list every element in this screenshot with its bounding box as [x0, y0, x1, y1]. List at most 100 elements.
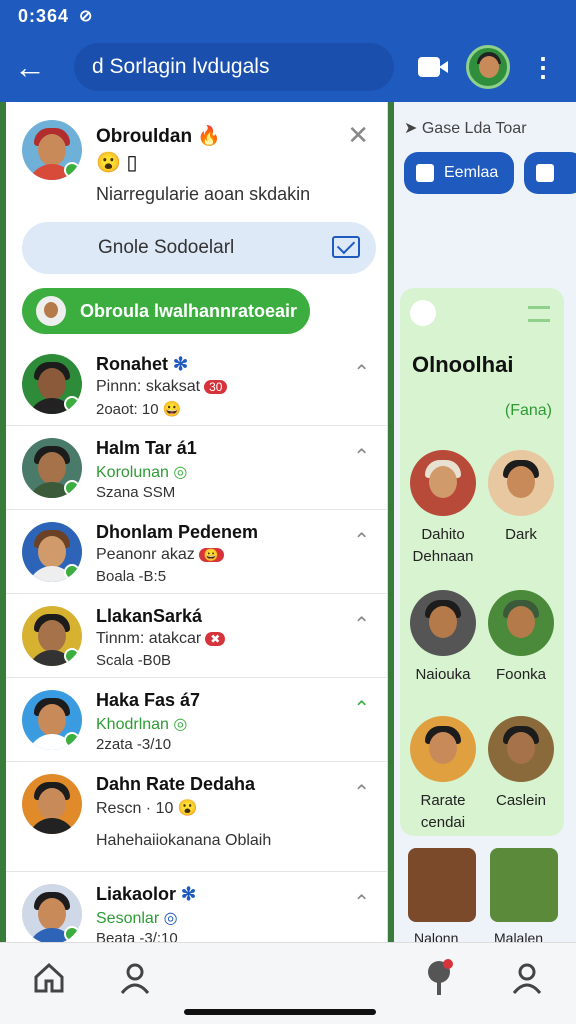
- pin-icon[interactable]: ⌃: [353, 696, 370, 721]
- member-name: Dahito Dehnaan: [412, 526, 474, 565]
- status-badge: 30: [204, 379, 228, 394]
- game-tile[interactable]: [408, 848, 476, 922]
- pin-icon[interactable]: ⌃: [353, 890, 370, 915]
- member-tile[interactable]: Rarate cendai: [408, 716, 478, 834]
- checkbox-icon: [536, 164, 554, 182]
- contact-name: LlakanSarká: [96, 606, 203, 626]
- home-icon[interactable]: [32, 961, 66, 995]
- contact-meta: Beata -3/:10: [96, 930, 178, 942]
- member-name: Dark: [505, 526, 537, 543]
- group-card[interactable]: Olnoolhai (Fana) Dahito Dehnaan Dark Nai…: [400, 288, 564, 836]
- game-tile[interactable]: [490, 848, 558, 922]
- avatar: [22, 774, 82, 834]
- app-bar: ← d Sorlagin lvdugals ⋮: [0, 32, 576, 102]
- avatar: [22, 354, 82, 414]
- menu-icon[interactable]: [528, 306, 550, 322]
- pin-icon[interactable]: ⌃: [353, 780, 370, 805]
- bottom-navigation: [0, 942, 576, 1024]
- contact-description: Niarregularie aoan skdakin: [96, 184, 311, 204]
- contact-subtitle: Khodrlnan ◎: [96, 716, 188, 733]
- member-tile[interactable]: Dark: [486, 450, 556, 546]
- contact-name: Dhonlam Pedenem: [96, 522, 259, 542]
- list-item[interactable]: Dahn Rate Dedaha Rescn · 10 😮 Hahehaiiok…: [6, 762, 387, 872]
- conversation-title[interactable]: d Sorlagin lvdugals: [74, 43, 394, 91]
- sync-icon: ⊘: [79, 8, 93, 25]
- filter-button[interactable]: Eemlaa: [404, 152, 514, 194]
- contact-subtitle: Tinnm: atakcar ✖: [96, 630, 226, 648]
- mail-icon[interactable]: [332, 236, 360, 258]
- pin-icon[interactable]: ⌃: [353, 360, 370, 385]
- status-time: 0:364: [18, 5, 70, 26]
- contact-name: Ronahet ✻: [96, 354, 189, 374]
- avatar: [36, 296, 66, 326]
- contact-subtitle: Sesonlar ◎: [96, 910, 178, 927]
- pin-icon[interactable]: ⌃: [353, 444, 370, 469]
- game-label: Nalonn: [414, 930, 459, 942]
- profile-avatar[interactable]: [466, 45, 510, 89]
- side-panel: ➤ Gase Lda Toar Eemlaa Olnoolhai (Fana) …: [394, 102, 576, 942]
- video-call-icon[interactable]: [418, 57, 448, 77]
- person-icon[interactable]: [118, 961, 152, 995]
- contact-meta: 2zata -3/10: [96, 736, 172, 753]
- member-name: Naiouka: [415, 666, 471, 683]
- contact-name: Dahn Rate Dedaha: [96, 774, 256, 794]
- chat-list-panel: Obrouldan 🔥 😮 ▯ ✕ Niarregularie aoan skd…: [6, 102, 388, 942]
- home-indicator[interactable]: [184, 1009, 376, 1015]
- filter-button-2[interactable]: [524, 152, 576, 194]
- avatar: [22, 690, 82, 750]
- contact-subtitle: Rescn · 10 😮: [96, 800, 198, 817]
- location-icon[interactable]: [424, 959, 454, 997]
- contact-name: Halm Tar á1: [96, 438, 197, 458]
- member-name: Foonka: [495, 666, 547, 683]
- list-item[interactable]: Dhonlam Pedenem Peanonr akaz 😀 Boala -B:5…: [6, 510, 387, 594]
- game-label: Malalen: [494, 930, 544, 942]
- avatar: [410, 300, 436, 326]
- status-bar: 0:364 ⊘ ✱ ▂▄▆: [0, 0, 576, 942]
- emoji-row: 😮 ▯: [96, 152, 138, 174]
- contact-subtitle: Korolunan ◎: [96, 464, 188, 481]
- pin-icon[interactable]: ⌃: [353, 612, 370, 637]
- member-tile[interactable]: Dahito Dehnaan: [408, 450, 478, 568]
- message-bubble[interactable]: Gnole Sodoelarl: [22, 222, 376, 274]
- featured-contact-card: Obrouldan 🔥 😮 ▯ ✕ Niarregularie aoan skd…: [6, 102, 387, 334]
- green-action-pill[interactable]: Obroula lwalhannratoeair: [22, 288, 310, 334]
- avatar: [22, 438, 82, 498]
- pill-label: Obroula lwalhannratoeair: [80, 300, 298, 321]
- group-subtitle: (Fana): [504, 402, 552, 419]
- list-item[interactable]: Ronahet ✻ Pinnn: skaksat 30 2oaot: 10 😀 ⌃: [6, 342, 387, 426]
- online-indicator: [64, 162, 80, 178]
- close-icon[interactable]: ✕: [347, 120, 369, 151]
- avatar: [22, 606, 82, 666]
- person-icon[interactable]: [510, 961, 544, 995]
- member-tile[interactable]: Foonka: [486, 590, 556, 686]
- avatar: [22, 522, 82, 582]
- contact-list: Ronahet ✻ Pinnn: skaksat 30 2oaot: 10 😀 ⌃…: [6, 342, 387, 942]
- list-item[interactable]: LlakanSarká Tinnm: atakcar ✖ Scala -B0B ⌃: [6, 594, 387, 678]
- side-panel-header: ➤ Gase Lda Toar: [404, 120, 527, 137]
- member-name: Caslein: [495, 792, 547, 809]
- more-options-icon[interactable]: ⋮: [530, 54, 556, 80]
- verified-icon: ✻: [173, 354, 189, 374]
- checkbox-icon: [416, 164, 434, 182]
- avatar[interactable]: [22, 120, 82, 180]
- contact-meta: Scala -B0B: [96, 652, 172, 669]
- list-item[interactable]: Halm Tar á1 Korolunan ◎ Szana SSM ⌃: [6, 426, 387, 510]
- fire-icon: 🔥: [197, 126, 222, 147]
- member-tile[interactable]: Caslein: [486, 716, 556, 812]
- avatar: [22, 884, 82, 942]
- contact-name: Haka Fas á7: [96, 690, 201, 710]
- contact-name: Liakaolor ✻: [96, 884, 197, 904]
- contact-subtitle: Peanonr akaz 😀: [96, 546, 224, 564]
- contact-name: Obrouldan 🔥: [96, 126, 222, 147]
- pin-icon[interactable]: ⌃: [353, 528, 370, 553]
- contact-subtitle: Pinnn: skaksat 30: [96, 378, 228, 396]
- member-name: Rarate cendai: [420, 792, 466, 831]
- list-item[interactable]: Haka Fas á7 Khodrlnan ◎ 2zata -3/10 ⌃: [6, 678, 387, 762]
- contact-meta: 2oaot: 10 😀: [96, 401, 182, 418]
- list-item[interactable]: Liakaolor ✻ Sesonlar ◎ Beata -3/:10 ⌃: [6, 872, 387, 942]
- contact-meta: Szana SSM: [96, 484, 176, 501]
- contact-last-message: Hahehaiiokanana Oblaih: [96, 832, 272, 849]
- member-tile[interactable]: Naiouka: [408, 590, 478, 686]
- back-arrow-icon[interactable]: ←: [14, 49, 58, 86]
- group-title: Olnoolhai: [412, 352, 514, 377]
